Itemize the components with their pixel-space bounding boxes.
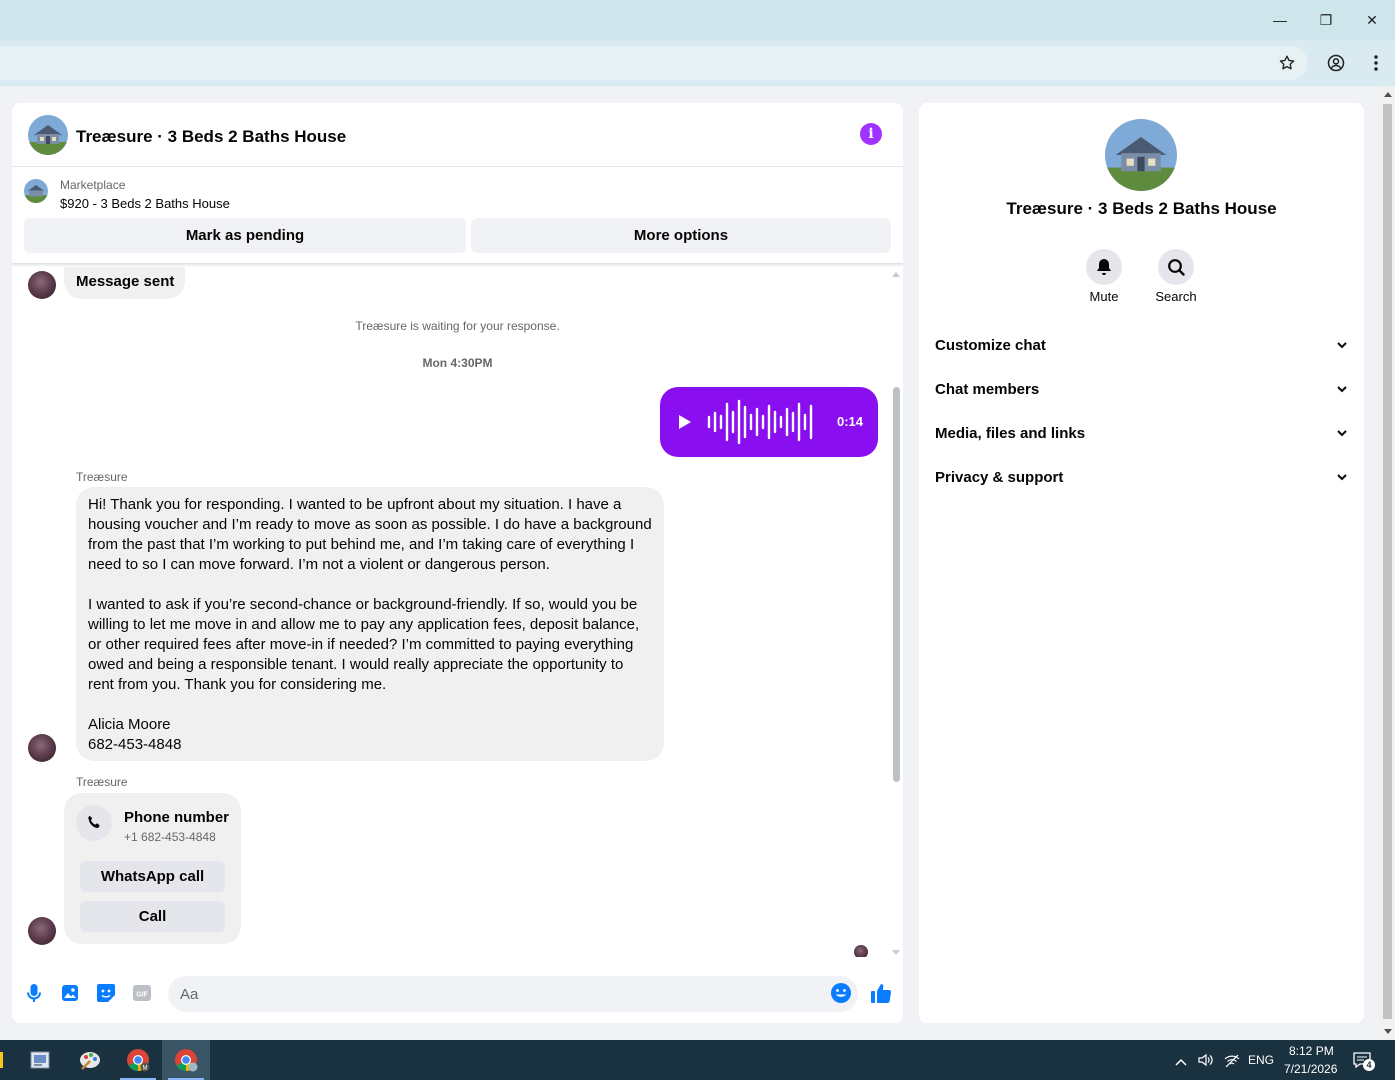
marketplace-label: Marketplace: [60, 178, 126, 192]
clock-time[interactable]: 8:12 PM: [1289, 1044, 1334, 1058]
message-composer: GIF: [12, 963, 903, 1023]
chat-title[interactable]: Treæsure · 3 Beds 2 Baths House: [76, 127, 346, 147]
seen-receipt-avatar: [854, 945, 868, 957]
listing-thumbnail[interactable]: [24, 179, 48, 203]
gif-icon[interactable]: GIF: [130, 981, 154, 1005]
language-indicator[interactable]: ENG: [1248, 1053, 1274, 1067]
profile-name: Treæsure · 3 Beds 2 Baths House: [1006, 199, 1277, 218]
more-options-button[interactable]: More options: [471, 218, 891, 253]
phone-card-title: Phone number: [124, 809, 230, 826]
scroll-down-arrow-icon[interactable]: [1384, 1029, 1392, 1034]
sender-avatar[interactable]: [28, 734, 56, 762]
mark-pending-button[interactable]: Mark as pending: [24, 218, 466, 253]
paint-app-icon[interactable]: [66, 1040, 114, 1080]
taskbar-edge: [0, 1052, 3, 1068]
info-icon[interactable]: i: [860, 123, 882, 145]
details-panel: Treæsure · 3 Beds 2 Baths House Mute Sea…: [919, 103, 1364, 1023]
browser-toolbar: [0, 40, 1395, 86]
restore-button[interactable]: ❐: [1303, 0, 1349, 40]
address-bar[interactable]: [0, 46, 1308, 80]
section-label: Chat members: [935, 380, 1040, 398]
scroll-down-arrow-icon[interactable]: [892, 950, 900, 955]
message-bubble-long[interactable]: Hi! Thank you for responding. I wanted t…: [76, 487, 664, 761]
photos-app-icon[interactable]: [16, 1040, 64, 1080]
minimize-button[interactable]: —: [1257, 0, 1303, 40]
message-list[interactable]: Message sent Treæsure is waiting for you…: [12, 267, 903, 957]
sticker-icon[interactable]: [94, 981, 118, 1005]
close-window-button[interactable]: ✕: [1349, 0, 1395, 40]
search-button[interactable]: [1158, 249, 1194, 285]
thumbs-up-icon[interactable]: [869, 981, 893, 1005]
chrome-app-icon[interactable]: M: [114, 1040, 162, 1080]
notification-count: 4: [1363, 1059, 1375, 1071]
page-scrollbar[interactable]: [1380, 87, 1395, 1040]
svg-text:M: M: [143, 1066, 148, 1072]
search-label: Search: [1155, 289, 1197, 304]
whatsapp-call-button[interactable]: WhatsApp call: [80, 861, 225, 892]
network-icon[interactable]: [1224, 1052, 1240, 1073]
chat-members-section[interactable]: Chat members: [935, 371, 1347, 407]
chat-panel: Treæsure · 3 Beds 2 Baths House i Market…: [12, 103, 903, 1023]
message-input[interactable]: [168, 976, 858, 1012]
scroll-up-arrow-icon[interactable]: [1384, 92, 1392, 97]
sender-name: Treæsure: [76, 470, 128, 484]
section-label: Media, files and links: [935, 424, 1086, 442]
voice-duration: 0:14: [837, 414, 864, 429]
waiting-notice: Treæsure is waiting for your response.: [355, 319, 560, 333]
bookmark-star-icon[interactable]: [1272, 48, 1302, 78]
emoji-icon[interactable]: [829, 981, 853, 1005]
marketplace-banner: Marketplace $920 - 3 Beds 2 Baths House: [12, 167, 903, 217]
taskbar: M ENG 8:12 PM 7/21/2026 4: [0, 1040, 1395, 1080]
section-label: Privacy & support: [935, 468, 1064, 486]
scroll-thumb[interactable]: [893, 387, 900, 782]
page-scroll-thumb[interactable]: [1383, 104, 1392, 1019]
message-timestamp: Mon 4:30PM: [422, 356, 493, 370]
browser-titlebar: — ❐ ✕: [0, 0, 1395, 40]
message-bubble[interactable]: Message sent: [64, 267, 185, 299]
profile-icon[interactable]: [1321, 48, 1351, 78]
page-content: Treæsure · 3 Beds 2 Baths House i Market…: [0, 87, 1395, 1040]
chrome-app-icon-active[interactable]: [162, 1040, 210, 1080]
chat-header: Treæsure · 3 Beds 2 Baths House i: [12, 103, 903, 167]
clock-date[interactable]: 7/21/2026: [1284, 1062, 1337, 1076]
play-icon[interactable]: [678, 414, 692, 435]
waveform-icon: [707, 399, 813, 445]
bell-icon: [1097, 259, 1111, 275]
profile-avatar[interactable]: [1105, 119, 1177, 191]
message-scrollbar[interactable]: [889, 267, 903, 957]
scroll-up-arrow-icon[interactable]: [892, 272, 900, 277]
customize-chat-section[interactable]: Customize chat: [935, 327, 1347, 363]
mute-button[interactable]: [1086, 249, 1122, 285]
phone-icon: [76, 805, 112, 841]
phone-card-number: +1 682-453-4848: [124, 830, 216, 844]
message-sent-text: Message sent: [76, 273, 175, 290]
sender-name: Treæsure: [76, 775, 128, 789]
voice-message[interactable]: 0:14: [660, 387, 878, 457]
volume-icon[interactable]: [1197, 1052, 1213, 1073]
microphone-icon[interactable]: [22, 981, 46, 1005]
chevron-down-icon: [1337, 385, 1347, 392]
search-icon: [1168, 259, 1185, 276]
svg-text:GIF: GIF: [136, 992, 148, 999]
chevron-down-icon: [1337, 341, 1347, 348]
sender-avatar[interactable]: [28, 271, 56, 299]
tray-chevron-up-icon[interactable]: [1175, 1053, 1187, 1071]
listing-avatar[interactable]: [28, 115, 68, 155]
notifications-icon[interactable]: 4: [1352, 1050, 1375, 1075]
mute-label: Mute: [1089, 289, 1119, 304]
media-files-links-section[interactable]: Media, files and links: [935, 415, 1347, 451]
browser-menu-icon[interactable]: [1361, 48, 1391, 78]
sender-avatar[interactable]: [28, 917, 56, 945]
phone-card: Phone number +1 682-453-4848 WhatsApp ca…: [64, 793, 241, 944]
privacy-support-section[interactable]: Privacy & support: [935, 459, 1347, 495]
chevron-down-icon: [1337, 473, 1347, 480]
call-button[interactable]: Call: [80, 901, 225, 932]
listing-title[interactable]: $920 - 3 Beds 2 Baths House: [60, 196, 230, 211]
photo-icon[interactable]: [58, 981, 82, 1005]
section-label: Customize chat: [935, 336, 1046, 354]
chevron-down-icon: [1337, 429, 1347, 436]
